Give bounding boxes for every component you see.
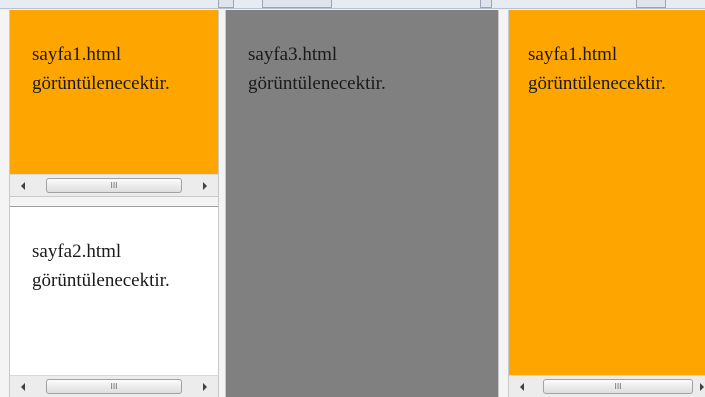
frame-content: sayfa1.html görüntülenecektir. (528, 40, 666, 98)
page-filename: sayfa1.html (32, 44, 122, 65)
toolbar-segment (262, 0, 332, 8)
frame-content: sayfa2.html görüntülenecektir. (32, 237, 170, 295)
horizontal-scrollbar[interactable]: III (509, 375, 705, 397)
horizontal-scrollbar[interactable]: III (10, 375, 218, 397)
scroll-grip-icon: III (614, 381, 622, 391)
toolbar-segment (218, 0, 234, 8)
frame-content: sayfa3.html görüntülenecektir. (248, 40, 386, 98)
frame-resize-handle-vertical[interactable] (218, 10, 226, 397)
frame-content: sayfa1.html görüntülenecektir. (32, 40, 170, 98)
toolbar-segment (480, 0, 492, 8)
scroll-left-arrow-icon[interactable] (14, 175, 32, 196)
horizontal-scrollbar[interactable]: III (10, 174, 218, 196)
scroll-left-arrow-icon[interactable] (14, 376, 32, 397)
page-message: görüntülenecektir. (32, 73, 170, 94)
frame-resize-handle-horizontal[interactable] (10, 196, 218, 207)
frame-top-left: sayfa1.html görüntülenecektir. III (10, 10, 218, 196)
scroll-grip-icon: III (110, 180, 118, 190)
scroll-thumb[interactable]: III (46, 178, 182, 193)
frame-bottom-left: sayfa2.html görüntülenecektir. III (10, 207, 218, 397)
page-message: görüntülenecektir. (248, 73, 386, 94)
page-filename: sayfa3.html (248, 44, 338, 65)
frame-right: sayfa1.html görüntülenecektir. III (509, 10, 705, 397)
scroll-thumb[interactable]: III (46, 379, 182, 394)
frame-resize-handle-vertical[interactable] (498, 10, 509, 397)
scroll-right-arrow-icon[interactable] (196, 376, 214, 397)
page-filename: sayfa1.html (528, 44, 618, 65)
page-message: görüntülenecektir. (32, 270, 170, 291)
page-filename: sayfa2.html (32, 241, 122, 262)
scroll-left-arrow-icon[interactable] (513, 376, 531, 397)
scroll-right-arrow-icon[interactable] (693, 376, 705, 397)
scroll-grip-icon: III (110, 381, 118, 391)
browser-toolbar-edge (0, 0, 705, 9)
scroll-right-arrow-icon[interactable] (196, 175, 214, 196)
scroll-thumb[interactable]: III (543, 379, 693, 394)
frame-middle: sayfa3.html görüntülenecektir. (226, 10, 498, 397)
page-message: görüntülenecektir. (528, 73, 666, 94)
toolbar-segment (636, 0, 666, 8)
frameset-left-border (0, 10, 10, 397)
